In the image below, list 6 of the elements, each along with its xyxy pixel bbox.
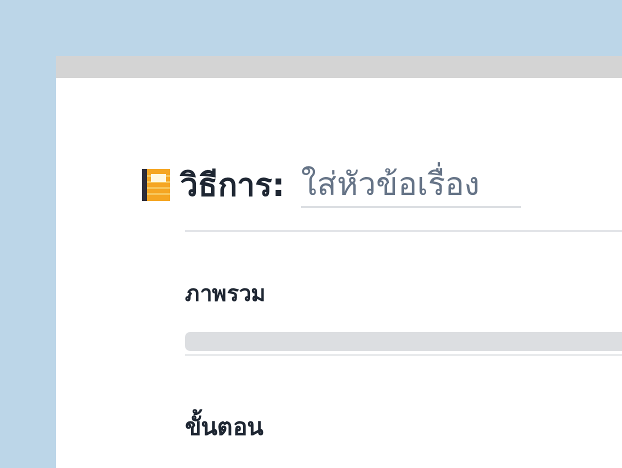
text-field[interactable] <box>185 332 622 351</box>
title-label: วิธีการ: <box>180 169 285 201</box>
title-field[interactable]: ใส่หัวข้อเรื่อง <box>300 162 521 208</box>
section-heading: ภาพรวม <box>185 281 267 309</box>
section-heading: ขั้นตอน <box>185 410 622 444</box>
notebook-icon <box>142 169 170 201</box>
